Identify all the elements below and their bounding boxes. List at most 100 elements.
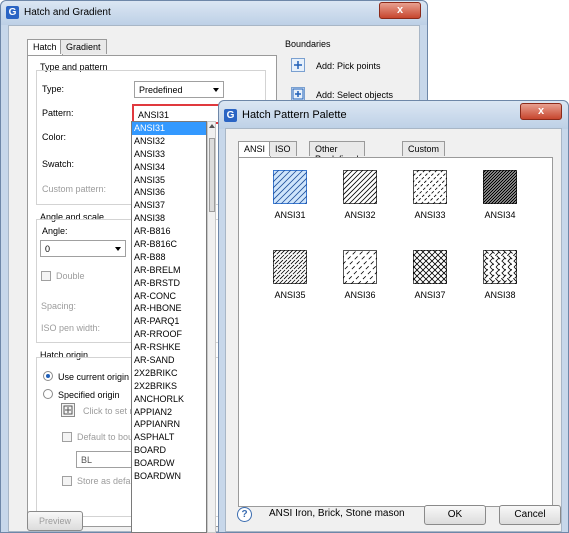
type-label: Type: — [42, 84, 65, 94]
hatch-ansi36-icon[interactable] — [343, 250, 377, 284]
pattern-list-item[interactable]: BOARDW — [132, 457, 206, 470]
help-icon[interactable]: ? — [237, 507, 252, 522]
pattern-list-item[interactable]: AR-RROOF — [132, 328, 206, 341]
dialog-title: Hatch and Gradient — [24, 7, 111, 18]
double-label: Double — [56, 271, 85, 281]
pattern-dropdown-list[interactable]: ANSI31 ANSI32 ANSI33 ANSI34 ANSI35 ANSI36 ANSI… — [131, 121, 207, 533]
chevron-down-icon — [213, 88, 219, 92]
specified-origin-label: Specified origin — [58, 390, 120, 400]
hatch-ansi37-icon[interactable] — [413, 250, 447, 284]
angle-select-value: 0 — [45, 244, 51, 254]
select-objects-icon — [292, 88, 304, 100]
pattern-list-item[interactable]: ANSI38 — [132, 212, 206, 225]
tab-other-predefined[interactable]: Other Predefined — [309, 141, 365, 164]
pattern-list-item[interactable]: ANSI31 — [132, 122, 206, 135]
use-current-origin-label: Use current origin — [58, 372, 130, 382]
pattern-list-item[interactable]: APPIAN2 — [132, 406, 206, 419]
hatch-ansi35-icon[interactable] — [273, 250, 307, 284]
pick-points-label[interactable]: Add: Pick points — [316, 61, 381, 71]
pattern-label[interactable]: ANSI38 — [465, 290, 535, 300]
chevron-down-icon — [115, 247, 121, 251]
pattern-list-item[interactable]: AR-B816C — [132, 238, 206, 251]
pattern-list-item[interactable]: ANSI35 — [132, 174, 206, 187]
pattern-list-item[interactable]: AR-BRELM — [132, 264, 206, 277]
pattern-label[interactable]: ANSI35 — [255, 290, 325, 300]
pattern-list-item[interactable]: ANSI37 — [132, 199, 206, 212]
pattern-list-item[interactable]: ASPHALT — [132, 431, 206, 444]
pattern-list-item[interactable]: ANCHORLK — [132, 393, 206, 406]
pattern-list-item[interactable]: AR-BRSTD — [132, 277, 206, 290]
tab-custom[interactable]: Custom — [402, 141, 446, 156]
boundaries-heading: Boundaries — [285, 39, 331, 49]
pattern-list-item[interactable]: AR-SAND — [132, 354, 206, 367]
pattern-list-item[interactable]: 2X2BRIKC — [132, 367, 206, 380]
ok-button[interactable]: OK — [424, 505, 486, 525]
pattern-label[interactable]: ANSI31 — [255, 210, 325, 220]
palette-client: ANSI ISO Other Predefined Custom ANSI31A… — [225, 128, 562, 532]
pattern-description: ANSI Iron, Brick, Stone mason — [269, 508, 405, 519]
pattern-label: Pattern: — [42, 108, 74, 118]
click-to-set-origin-button[interactable] — [61, 403, 75, 417]
pattern-label[interactable]: ANSI37 — [395, 290, 465, 300]
angle-select[interactable]: 0 — [40, 240, 126, 257]
select-objects-label[interactable]: Add: Select objects — [316, 90, 393, 100]
preview-button[interactable]: Preview — [27, 511, 83, 531]
pattern-list-item[interactable]: 2X2BRIKS — [132, 380, 206, 393]
hatch-pattern-palette-dialog: G Hatch Pattern Palette x ANSI ISO Other… — [218, 100, 569, 533]
app-logo-icon: G — [6, 6, 19, 19]
click-to-set-origin-label: Click to set n — [83, 406, 135, 416]
type-select[interactable]: Predefined — [134, 81, 224, 98]
title-bar[interactable]: G Hatch and Gradient x — [1, 1, 427, 25]
hatch-ansi33-icon[interactable] — [413, 170, 447, 204]
specified-origin-radio[interactable] — [43, 389, 53, 399]
pattern-select-value: ANSI31 — [138, 110, 170, 120]
hatch-ansi31-icon[interactable] — [273, 170, 307, 204]
pattern-list-item[interactable]: AR-CONC — [132, 290, 206, 303]
boundary-position-select[interactable]: BL — [76, 451, 136, 468]
cancel-button[interactable]: Cancel — [499, 505, 561, 525]
pattern-label[interactable]: ANSI32 — [325, 210, 395, 220]
scroll-up-icon[interactable] — [209, 124, 215, 128]
pattern-list-item[interactable]: AR-RSHKE — [132, 341, 206, 354]
type-select-value: Predefined — [139, 85, 183, 95]
hatch-ansi38-icon[interactable] — [483, 250, 517, 284]
pattern-label[interactable]: ANSI34 — [465, 210, 535, 220]
pattern-label[interactable]: ANSI36 — [325, 290, 395, 300]
default-to-boundary-checkbox[interactable] — [62, 432, 72, 442]
tab-hatch[interactable]: Hatch — [27, 39, 63, 55]
pattern-list-item[interactable]: ANSI32 — [132, 135, 206, 148]
tab-gradient[interactable]: Gradient — [60, 39, 107, 54]
swatch-label: Swatch: — [42, 159, 75, 169]
palette-title-bar[interactable]: G Hatch Pattern Palette x — [219, 101, 568, 129]
pattern-list-item[interactable]: ANSI36 — [132, 186, 206, 199]
select-objects-button[interactable] — [291, 87, 305, 101]
pattern-list-item[interactable]: AR-B88 — [132, 251, 206, 264]
pattern-list-item[interactable]: AR-PARQ1 — [132, 315, 206, 328]
iso-pen-width-label: ISO pen width: — [41, 323, 101, 333]
palette-close-button[interactable]: x — [520, 103, 562, 120]
pattern-list-item[interactable]: ANSI34 — [132, 161, 206, 174]
hatch-ansi34-icon[interactable] — [483, 170, 517, 204]
double-checkbox[interactable] — [41, 271, 51, 281]
pattern-dropdown-scrollbar[interactable] — [207, 121, 216, 533]
pattern-list-item[interactable]: ANSI33 — [132, 148, 206, 161]
pick-points-button[interactable] — [291, 58, 305, 72]
pattern-list-item[interactable]: AR-HBONE — [132, 302, 206, 315]
pattern-list-item[interactable]: AR-B816 — [132, 225, 206, 238]
close-button[interactable]: x — [379, 2, 421, 19]
tab-iso[interactable]: ISO — [269, 141, 297, 156]
pattern-list-item[interactable]: BOARD — [132, 444, 206, 457]
use-current-origin-radio[interactable] — [43, 371, 53, 381]
app-logo-icon: G — [224, 109, 237, 122]
store-as-default-checkbox[interactable] — [62, 476, 72, 486]
pick-origin-icon — [63, 405, 73, 415]
spacing-label: Spacing: — [41, 301, 77, 311]
palette-title: Hatch Pattern Palette — [242, 109, 347, 121]
angle-label: Angle: — [42, 226, 68, 236]
pattern-label[interactable]: ANSI33 — [395, 210, 465, 220]
tab-ansi[interactable]: ANSI — [238, 141, 272, 157]
pattern-list-item[interactable]: APPIANRN — [132, 418, 206, 431]
scroll-thumb[interactable] — [209, 138, 215, 212]
pattern-list-item[interactable]: BOARDWN — [132, 470, 206, 483]
hatch-ansi32-icon[interactable] — [343, 170, 377, 204]
